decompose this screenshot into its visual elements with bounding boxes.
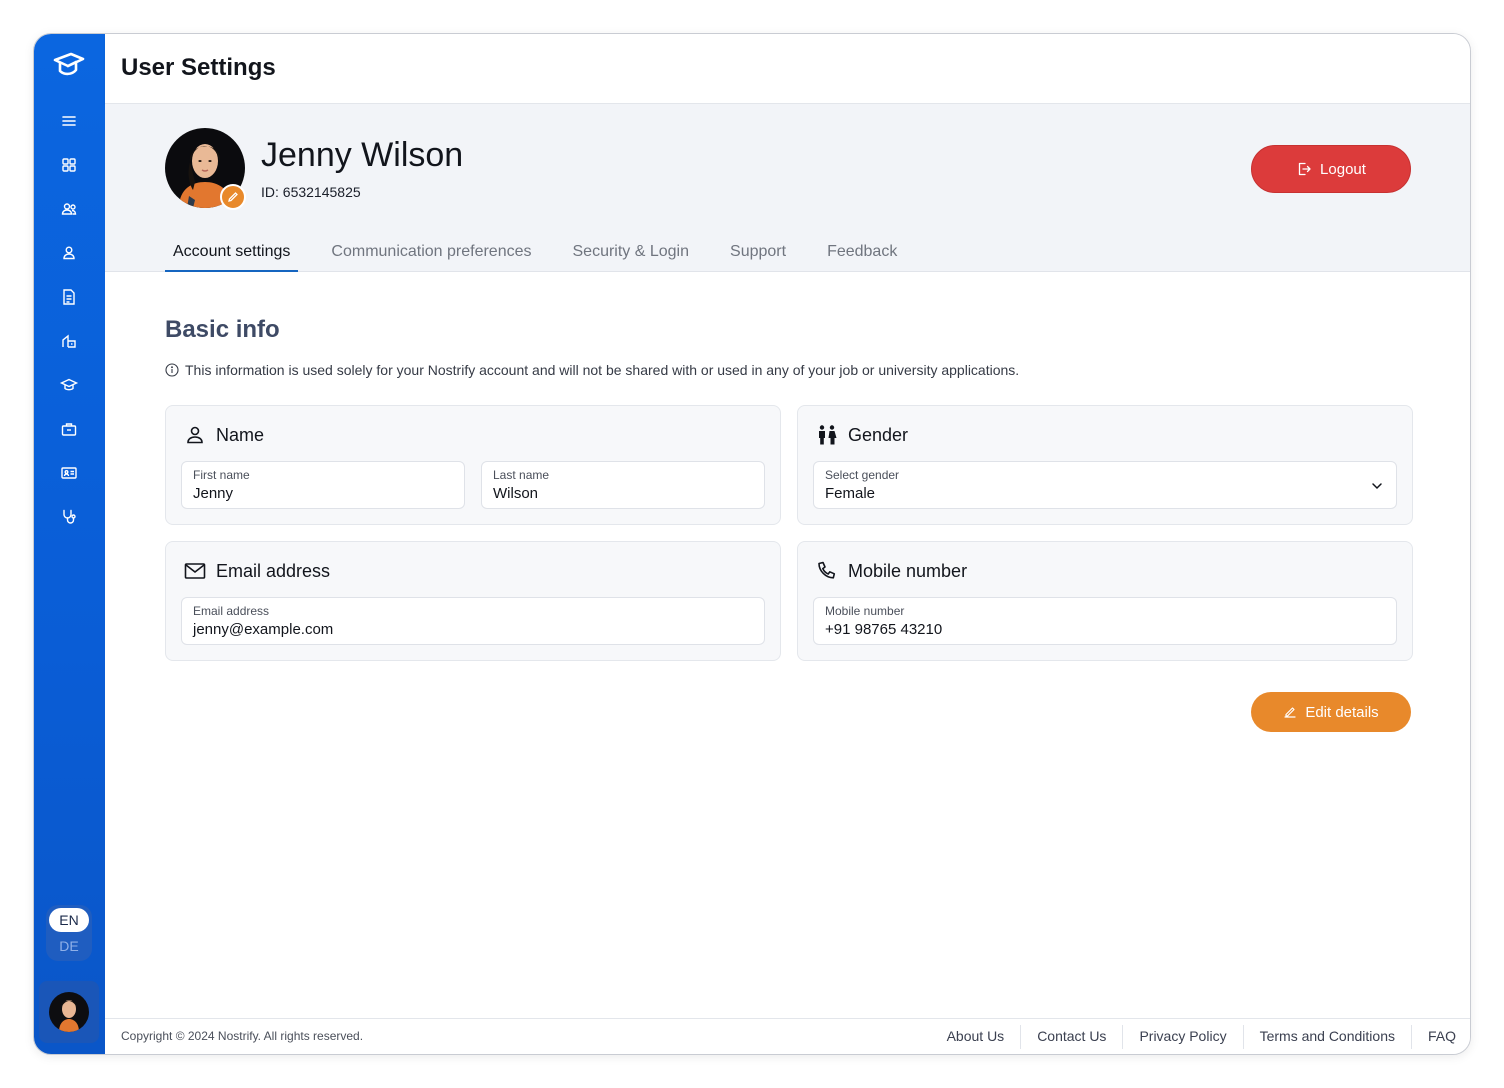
footer: Copyright © 2024 Nostrify. All rights re… (105, 1018, 1470, 1054)
briefcase-icon[interactable] (59, 419, 79, 439)
avatar-edit-button[interactable] (220, 184, 246, 210)
user-name: Jenny Wilson (261, 136, 464, 174)
footer-link-privacy[interactable]: Privacy Policy (1122, 1025, 1242, 1049)
last-name-field[interactable]: Last name Wilson (481, 461, 765, 509)
menu-icon[interactable] (59, 111, 79, 131)
graduation-logo-icon[interactable] (51, 50, 87, 80)
main-content: Basic info This information is used sole… (105, 272, 1470, 1018)
id-card-icon[interactable] (59, 463, 79, 483)
phone-icon (818, 561, 836, 579)
graduation-cap-icon[interactable] (59, 375, 79, 395)
building-icon[interactable] (59, 331, 79, 351)
email-label: Email address (193, 604, 270, 618)
users-icon[interactable] (59, 199, 79, 219)
email-value: jenny@example.com (193, 621, 334, 638)
gender-select-value: Female (825, 485, 876, 502)
gender-card: Gender Select gender Female (797, 405, 1413, 525)
tab-support[interactable]: Support (722, 235, 794, 272)
language-switcher: EN DE (46, 905, 92, 961)
footer-link-faq[interactable]: FAQ (1410, 1025, 1470, 1049)
sidebar-avatar (49, 992, 89, 1032)
tab-security-login[interactable]: Security & Login (565, 235, 698, 272)
mobile-card-title: Mobile number (848, 560, 968, 581)
name-card-title: Name (216, 424, 265, 445)
user-id: ID: 6532145825 (261, 184, 361, 200)
email-card-title: Email address (216, 560, 331, 581)
user-icon[interactable] (59, 243, 79, 263)
footer-links: About Us Contact Us Privacy Policy Terms… (931, 1025, 1470, 1049)
tab-communication-preferences[interactable]: Communication preferences (323, 235, 539, 272)
lang-en-option[interactable]: EN (49, 908, 89, 932)
edit-details-label: Edit details (1305, 703, 1379, 721)
lang-de-option[interactable]: DE (49, 934, 89, 958)
first-name-label: First name (193, 468, 250, 482)
mail-icon (184, 563, 206, 579)
pencil-icon (228, 192, 238, 202)
gender-card-header: Gender (816, 424, 908, 446)
mobile-card: Mobile number Mobile number +91 98765 43… (797, 541, 1413, 661)
app-window: EN DE User Settings Jenny Wilson ID: 653… (33, 33, 1471, 1055)
stethoscope-icon[interactable] (59, 507, 79, 527)
logout-button[interactable]: Logout (1251, 145, 1411, 193)
mobile-label: Mobile number (825, 604, 905, 618)
email-card-header: Email address (184, 560, 330, 582)
info-notice: This information is used solely for your… (165, 362, 1019, 378)
logout-label: Logout (1320, 160, 1366, 178)
gender-select-label: Select gender (825, 468, 900, 482)
profile-header: Jenny Wilson ID: 6532145825 Logout Accou… (105, 104, 1470, 272)
pencil-icon (1284, 707, 1296, 718)
tab-account-settings[interactable]: Account settings (165, 235, 299, 272)
logout-icon (1298, 162, 1311, 176)
info-icon (165, 363, 179, 377)
gender-select[interactable]: Select gender Female (813, 461, 1397, 509)
dashboard-grid-icon[interactable] (59, 155, 79, 175)
last-name-value: Wilson (493, 485, 539, 502)
name-card-header: Name (184, 424, 264, 446)
info-notice-text: This information is used solely for your… (185, 362, 1020, 378)
email-card: Email address Email address jenny@exampl… (165, 541, 781, 661)
email-field[interactable]: Email address jenny@example.com (181, 597, 765, 645)
gender-icon (819, 425, 837, 445)
top-header: User Settings (105, 34, 1470, 104)
copyright-text: Copyright © 2024 Nostrify. All rights re… (121, 1029, 364, 1043)
section-title: Basic info (165, 316, 280, 343)
mobile-field[interactable]: Mobile number +91 98765 43210 (813, 597, 1397, 645)
name-card: Name First name Jenny Last name Wilson (165, 405, 781, 525)
last-name-label: Last name (493, 468, 550, 482)
edit-details-button[interactable]: Edit details (1251, 692, 1411, 732)
page-title: User Settings (121, 54, 276, 81)
document-icon[interactable] (59, 287, 79, 307)
mobile-value: +91 98765 43210 (825, 621, 943, 638)
first-name-value: Jenny (193, 485, 234, 502)
tab-feedback[interactable]: Feedback (819, 235, 905, 272)
gender-card-title: Gender (848, 424, 909, 445)
chevron-down-icon (1372, 483, 1382, 490)
footer-link-contact[interactable]: Contact Us (1020, 1025, 1122, 1049)
person-icon (187, 426, 203, 444)
footer-link-terms[interactable]: Terms and Conditions (1242, 1025, 1411, 1049)
first-name-field[interactable]: First name Jenny (181, 461, 465, 509)
footer-link-about[interactable]: About Us (931, 1025, 1021, 1049)
settings-tabs: Account settings Communication preferenc… (165, 235, 930, 272)
sidebar: EN DE (34, 34, 105, 1054)
sidebar-user-menu[interactable] (39, 981, 99, 1043)
mobile-card-header: Mobile number (816, 560, 967, 582)
